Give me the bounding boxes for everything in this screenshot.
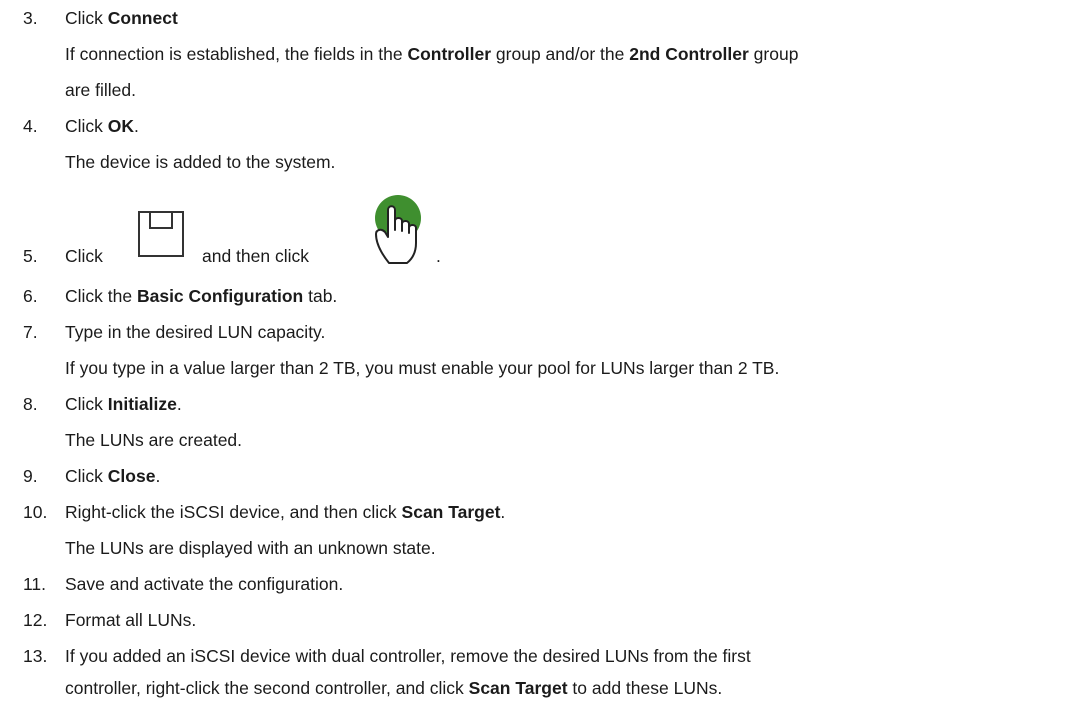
step-number: 6.: [23, 286, 38, 306]
step-number: 13.: [23, 646, 48, 666]
step-text: Type in the desired LUN capacity.: [65, 322, 326, 342]
step-text: Click Initialize.: [65, 394, 182, 414]
initialize-label: Initialize: [107, 394, 177, 414]
step-number: 11.: [23, 574, 47, 594]
step-text: Right-click the iSCSI device, and then c…: [65, 502, 506, 522]
controller-label: Controller: [407, 44, 492, 64]
step-text-end: .: [436, 246, 441, 266]
connect-label: Connect: [107, 8, 178, 28]
second-controller-label: 2nd Controller: [629, 44, 749, 64]
step-number: 12.: [23, 610, 48, 630]
step-text: Click: [65, 246, 103, 266]
scan-target-label: Scan Target: [401, 502, 501, 522]
scan-target-label-2: Scan Target: [468, 678, 568, 698]
step-number: 4.: [23, 116, 38, 136]
step-text: Click Connect: [65, 8, 178, 28]
step-text-mid: and then click: [202, 246, 310, 266]
save-icon: [138, 211, 184, 257]
step-number: 9.: [23, 466, 38, 486]
step-text: If you added an iSCSI device with dual c…: [65, 646, 751, 666]
document-page: 3. Click Connect If connection is establ…: [23, 8, 799, 698]
step-number: 10.: [23, 502, 48, 522]
step-text: Click the Basic Configuration tab.: [65, 286, 338, 306]
step-number: 5.: [23, 246, 38, 266]
hand-pointer-icon: [375, 195, 421, 264]
step-text: Save and activate the configuration.: [65, 574, 344, 594]
step-number: 7.: [23, 322, 38, 342]
step-text: Click OK.: [65, 116, 139, 136]
step-text: Click Close.: [65, 466, 161, 486]
ok-label: OK: [107, 116, 135, 136]
close-label: Close: [107, 466, 156, 486]
step-number: 3.: [23, 8, 38, 28]
step-text: Format all LUNs.: [65, 610, 197, 630]
basic-configuration-label: Basic Configuration: [136, 286, 304, 306]
step-number: 8.: [23, 394, 38, 414]
